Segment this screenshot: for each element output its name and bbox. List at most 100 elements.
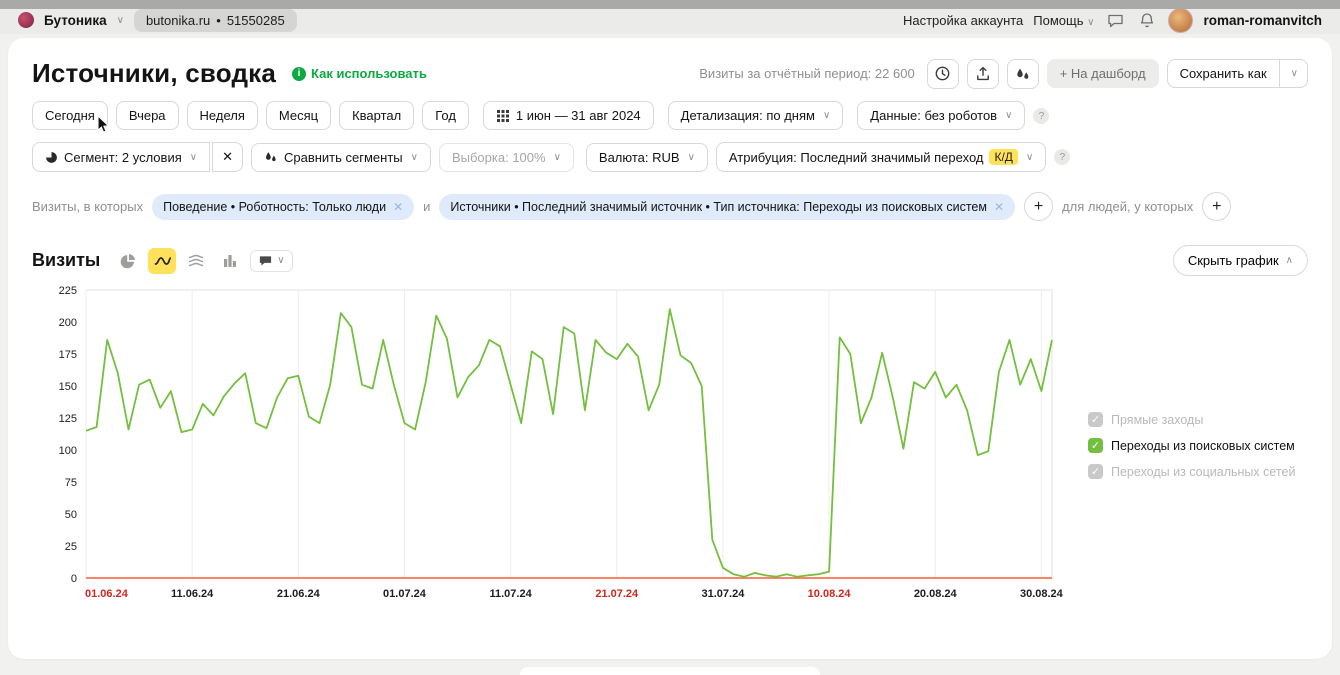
chip-remove-icon[interactable]: ✕ [994,200,1004,214]
svg-text:100: 100 [59,445,77,457]
currency-label: Валюта: RUB [599,150,680,165]
save-as-dropdown-button[interactable]: ∨ [1280,59,1308,88]
svg-text:20.08.24: 20.08.24 [914,588,958,600]
detalization-button[interactable]: Детализация: по дням ∨ [668,101,844,130]
chart-type-bar-icon[interactable] [216,248,244,274]
chevron-down-icon: ∨ [190,152,197,163]
history-button[interactable] [927,59,959,89]
chevron-down-icon: ∨ [277,255,284,266]
add-people-condition-button[interactable]: + [1202,192,1231,221]
chart-type-pie-icon[interactable] [114,248,142,274]
help-chevron-icon: ∨ [1087,17,1094,28]
counter-name[interactable]: Бутоника [44,13,107,28]
page-title: Источники, сводка [32,58,276,89]
checkbox-checked-icon[interactable]: ✓ [1088,438,1103,453]
period-month-button[interactable]: Месяц [266,101,331,130]
counter-id: 51550285 [227,13,285,28]
attribution-label: Атрибуция: Последний значимый переход [729,150,984,165]
chart-type-line-icon[interactable] [148,248,176,274]
svg-text:01.07.24: 01.07.24 [383,588,427,600]
hide-chart-button[interactable]: Скрыть график ∧ [1173,245,1308,276]
filter-chip-label: Источники • Последний значимый источник … [450,200,987,214]
and-label: и [423,199,430,214]
checkbox-checked-icon[interactable]: ✓ [1088,464,1103,479]
period-week-button[interactable]: Неделя [187,101,258,130]
report-header: Источники, сводка i Как использовать Виз… [32,58,1308,89]
chart-annotations-button[interactable]: ∨ [250,250,292,272]
legend-item-search[interactable]: ✓ Переходы из поисковых систем [1088,438,1295,453]
chat-icon[interactable] [1104,9,1126,31]
droplets-icon [264,150,278,164]
segment-label: Сегмент: 2 условия [64,150,182,165]
counter-chevron-icon[interactable]: ∨ [117,15,124,26]
pie-icon [45,151,58,164]
filter-chip-label: Поведение • Роботность: Только люди [163,200,386,214]
svg-text:11.06.24: 11.06.24 [171,588,214,600]
add-to-dashboard-button[interactable]: + На дашборд [1047,59,1159,88]
chevron-down-icon: ∨ [1026,152,1033,163]
legend-item-social[interactable]: ✓ Переходы из социальных сетей [1088,464,1295,479]
user-avatar[interactable] [1168,8,1193,33]
account-settings-link[interactable]: Настройка аккаунта [903,13,1023,28]
data-mode-button[interactable]: Данные: без роботов ∨ [857,101,1025,130]
droplets-icon [1015,66,1031,82]
period-row: Сегодня Вчера Неделя Месяц Квартал Год 1… [32,101,1308,130]
visits-in-which-label: Визиты, в которых [32,199,143,214]
svg-text:175: 175 [59,349,77,361]
save-as-button[interactable]: Сохранить как [1167,59,1280,88]
window-top-strip [0,0,1340,9]
sampling-button[interactable]: Выборка: 100% ∨ [439,143,574,172]
legend-label: Переходы из поисковых систем [1111,439,1295,453]
help-menu[interactable]: Помощь ∨ [1033,13,1094,28]
compare-segments-label: Сравнить сегменты [284,150,403,165]
user-name[interactable]: roman-romanvitch [1203,13,1322,28]
how-to-use-link[interactable]: i Как использовать [292,66,427,81]
visits-line-chart[interactable]: 01.06.2411.06.2421.06.2401.07.2411.07.24… [32,280,1078,612]
svg-text:31.07.24: 31.07.24 [702,588,746,600]
period-today-button[interactable]: Сегодня [32,101,108,130]
period-quarter-button[interactable]: Квартал [339,101,414,130]
svg-text:75: 75 [65,477,77,489]
svg-text:25: 25 [65,541,77,553]
attribution-help-icon[interactable]: ? [1054,149,1070,165]
calendar-grid-icon [496,109,510,123]
report-card: Источники, сводка i Как использовать Виз… [8,38,1332,659]
clock-icon [934,65,951,82]
date-range-button[interactable]: 1 июн — 31 авг 2024 [483,101,654,130]
attribution-button[interactable]: Атрибуция: Последний значимый переход К/… [716,142,1046,172]
for-people-label: для людей, у которых [1062,199,1193,214]
chevron-up-icon: ∧ [1286,255,1293,266]
period-yesterday-button[interactable]: Вчера [116,101,179,130]
visits-period-label: Визиты за отчётный период: [699,66,871,81]
filter-chip-robots[interactable]: Поведение • Роботность: Только люди ✕ [152,194,414,220]
detalization-label: Детализация: по дням [681,108,815,123]
currency-button[interactable]: Валюта: RUB ∨ [586,143,708,172]
data-mode-help-icon[interactable]: ? [1033,108,1049,124]
counter-separator: • [216,13,221,28]
legend-item-direct[interactable]: ✓ Прямые заходы [1088,412,1295,427]
chart-legend: ✓ Прямые заходы ✓ Переходы из поисковых … [1078,412,1295,612]
svg-text:200: 200 [59,317,77,329]
chip-remove-icon[interactable]: ✕ [393,200,403,214]
compare-segments-button[interactable]: Сравнить сегменты ∨ [251,143,431,172]
export-button[interactable] [967,59,999,89]
visits-period-total: Визиты за отчётный период: 22 600 [699,66,914,81]
chevron-down-icon: ∨ [1005,110,1012,121]
attribution-badge: К/Д [989,149,1017,165]
checkbox-checked-icon[interactable]: ✓ [1088,412,1103,427]
bell-icon[interactable] [1136,9,1158,31]
svg-text:0: 0 [71,573,77,585]
segment-clear-button[interactable]: ✕ [212,142,243,172]
segment-button[interactable]: Сегмент: 2 условия ∨ [32,142,210,172]
hide-chart-label: Скрыть график [1188,253,1279,268]
period-year-button[interactable]: Год [422,101,469,130]
compare-button[interactable] [1007,59,1039,89]
controls-row: Сегмент: 2 условия ∨ ✕ Сравнить сегменты… [32,142,1308,172]
chevron-down-icon: ∨ [823,110,830,121]
chart-type-area-icon[interactable] [182,248,210,274]
filter-chip-source[interactable]: Источники • Последний значимый источник … [439,194,1015,220]
add-visit-condition-button[interactable]: + [1024,192,1053,221]
svg-text:21.06.24: 21.06.24 [277,588,321,600]
chevron-down-icon: ∨ [688,152,695,163]
sampling-label: Выборка: 100% [452,150,546,165]
